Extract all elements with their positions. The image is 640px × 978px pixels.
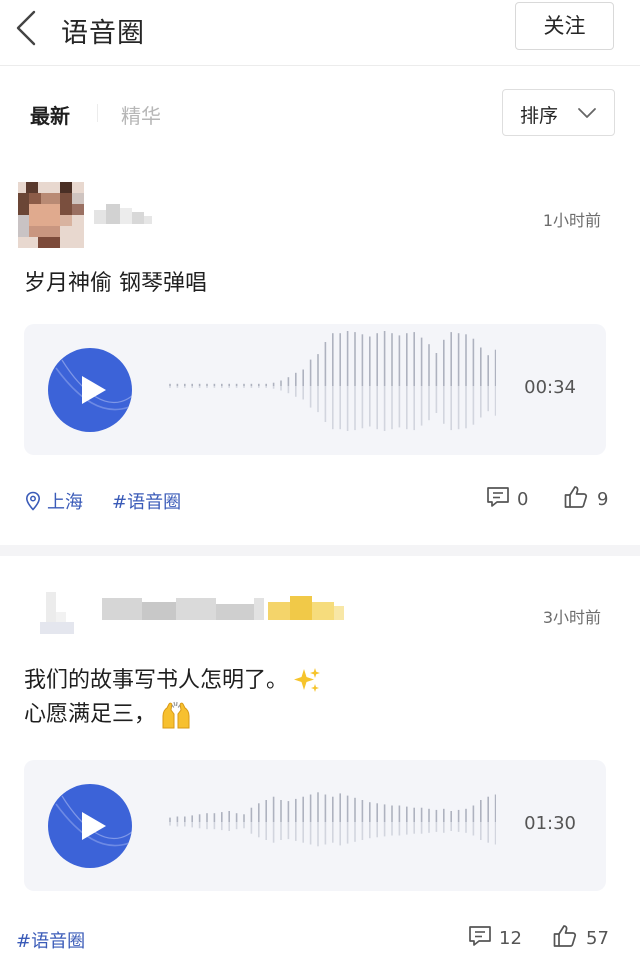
- post-text-line: 岁月神偷 钢琴弹唱: [24, 271, 207, 296]
- post-text-line-2: 心愿满足三，: [24, 702, 157, 727]
- location-pin-icon: [25, 491, 41, 511]
- comment-count: 0: [517, 489, 529, 510]
- post-text-line: 我们的故事写书人怎明了。: [24, 664, 322, 698]
- play-icon: [55, 359, 132, 411]
- sparkles-emoji-icon: [294, 668, 321, 692]
- avatar[interactable]: [40, 592, 76, 636]
- play-icon: [55, 795, 132, 847]
- comment-count: 12: [499, 928, 522, 949]
- chevron-down-icon: [578, 108, 596, 118]
- post-time: 1小时前: [542, 211, 601, 230]
- raised-hands-emoji-icon: [162, 701, 190, 729]
- post-time: 3小时前: [542, 608, 601, 627]
- avatar[interactable]: [18, 182, 84, 248]
- blurred-username: [102, 594, 346, 622]
- post-footer: 上海 #语音圈 0 9: [0, 482, 640, 522]
- post-card: 3小时前 我们的故事写书人怎明了。 心愿满足三， 01:30 #语音圈 12 5…: [0, 556, 640, 978]
- location-label: 上海: [47, 492, 83, 513]
- thumbs-up-icon: [553, 925, 577, 947]
- like-count: 57: [586, 928, 609, 949]
- voice-player[interactable]: 00:34: [24, 324, 606, 455]
- comment-icon: [469, 926, 491, 946]
- post-text-line-1: 我们的故事写书人怎明了。: [24, 668, 289, 693]
- comment-icon: [487, 487, 509, 507]
- chevron-left-icon[interactable]: [14, 10, 44, 46]
- follow-button[interactable]: 关注: [515, 2, 614, 50]
- voice-player[interactable]: 01:30: [24, 760, 606, 891]
- play-button[interactable]: [48, 784, 132, 868]
- post-text: 我们的故事写书人怎明了。 心愿满足三，: [24, 664, 322, 732]
- tab-featured[interactable]: 精华: [121, 100, 161, 129]
- waveform: [169, 331, 496, 431]
- waveform: [169, 792, 496, 847]
- sort-dropdown[interactable]: 排序: [502, 89, 615, 136]
- filter-bar: 最新 精华 排序: [0, 66, 640, 152]
- tab-latest[interactable]: 最新: [30, 100, 70, 129]
- voice-duration: 01:30: [524, 813, 576, 834]
- post-footer: #语音圈 12 57: [0, 921, 640, 961]
- thumbs-up-icon: [564, 486, 588, 508]
- voice-duration: 00:34: [524, 377, 576, 398]
- tab-divider: [97, 104, 98, 122]
- sort-label: 排序: [520, 105, 559, 127]
- topic-tag[interactable]: #语音圈: [112, 488, 181, 514]
- topic-tag[interactable]: #语音圈: [16, 927, 85, 953]
- page-title: 语音圈: [61, 18, 145, 49]
- play-button[interactable]: [48, 348, 132, 432]
- blurred-username: [94, 200, 154, 228]
- post-card: 1小时前 岁月神偷 钢琴弹唱 00:34 上海 #语音圈 0 9: [0, 152, 640, 545]
- like-count: 9: [597, 489, 609, 510]
- post-text: 岁月神偷 钢琴弹唱: [24, 267, 207, 301]
- top-bar: 语音圈 关注: [0, 0, 640, 66]
- post-divider: [0, 545, 640, 556]
- post-text-line: 心愿满足三，: [24, 698, 322, 732]
